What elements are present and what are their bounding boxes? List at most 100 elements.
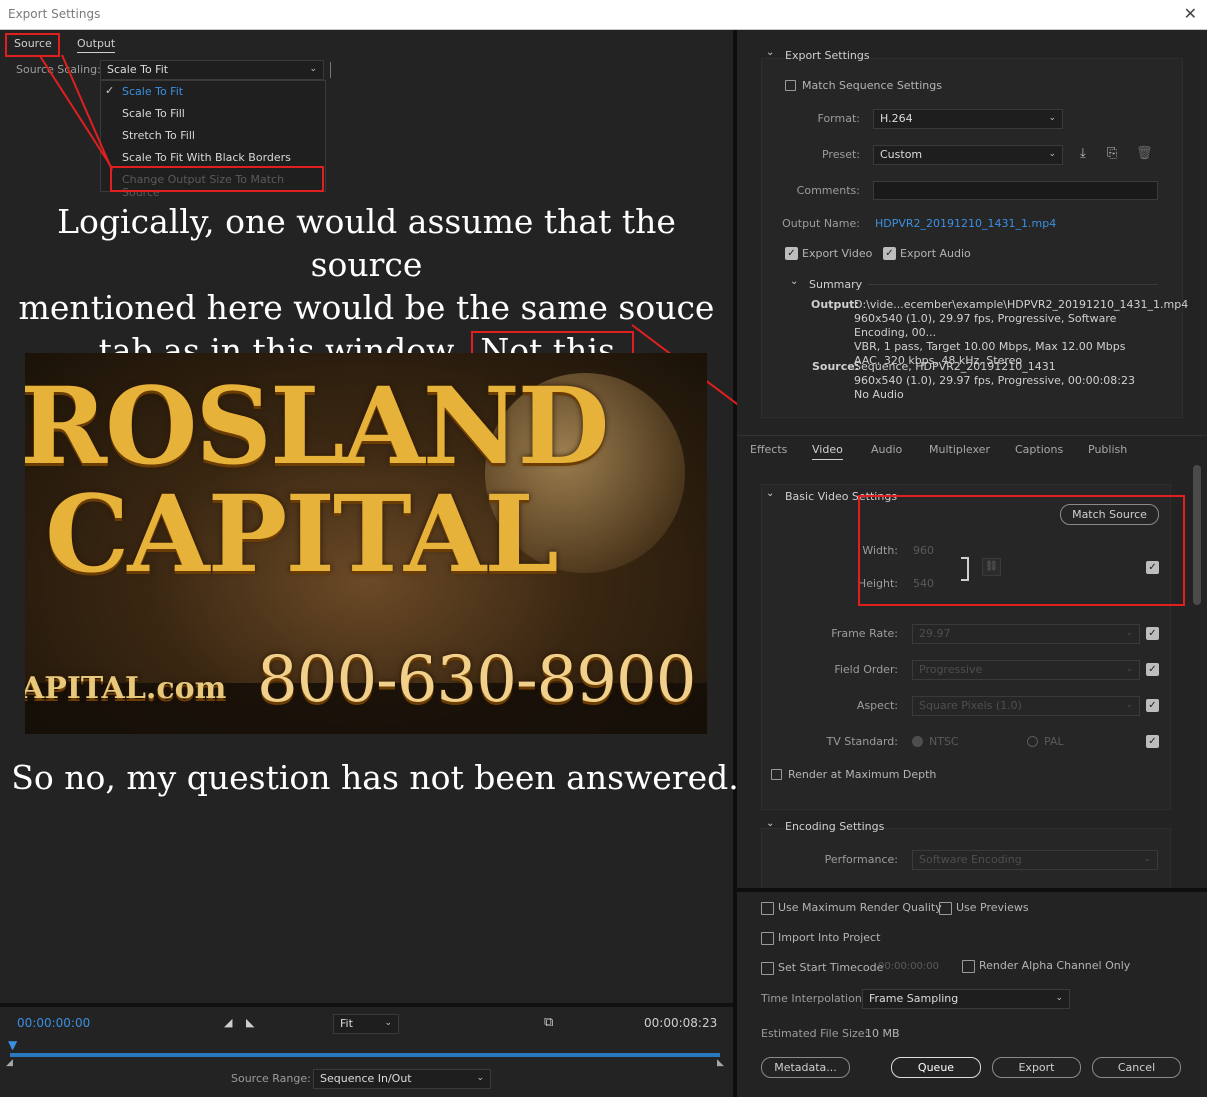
summary-source-line: Sequence, HDPVR2_20191210_1431 xyxy=(854,360,1056,373)
summary-divider xyxy=(868,284,1158,285)
use-previews-checkbox[interactable] xyxy=(939,902,952,915)
frame-rate-value: 29.97 xyxy=(919,627,951,640)
metadata-button[interactable]: Metadata... xyxy=(761,1057,850,1078)
export-button[interactable]: Export xyxy=(992,1057,1081,1078)
ntsc-radio[interactable] xyxy=(912,736,923,747)
chevron-down-icon: ⌄ xyxy=(1048,149,1056,159)
annotation-box-match-source xyxy=(858,495,1185,606)
timeline-separator xyxy=(0,1003,733,1007)
render-max-depth-label: Render at Maximum Depth xyxy=(788,768,937,781)
preset-value: Custom xyxy=(880,148,923,161)
performance-label: Performance: xyxy=(824,853,898,866)
chevron-down-icon: ⌄ xyxy=(1125,628,1133,638)
chevron-down-icon: ⌄ xyxy=(1143,854,1151,864)
performance-value: Software Encoding xyxy=(919,853,1022,866)
preset-label: Preset: xyxy=(821,148,860,161)
ntsc-label: NTSC xyxy=(929,735,959,748)
summary-source-label: Source: xyxy=(812,360,860,373)
file-size-label: Estimated File Size: xyxy=(761,1027,869,1040)
summary-output-line: VBR, 1 pass, Target 10.00 Mbps, Max 12.0… xyxy=(854,340,1126,353)
format-value: H.264 xyxy=(880,112,913,125)
frame-rate-checkbox[interactable]: ✓ xyxy=(1146,627,1159,640)
use-previews-label: Use Previews xyxy=(956,901,1029,914)
summary-collapse-icon[interactable]: ⌄ xyxy=(790,276,798,287)
cancel-button[interactable]: Cancel xyxy=(1092,1057,1181,1078)
chevron-down-icon: ⌄ xyxy=(476,1073,484,1083)
file-size-value: 10 MB xyxy=(865,1027,900,1040)
basic-video-collapse-icon[interactable]: ⌄ xyxy=(766,488,774,499)
chevron-down-icon: ⌄ xyxy=(1125,700,1133,710)
performance-dropdown[interactable]: Software Encoding ⌄ xyxy=(912,850,1158,870)
video-preview: ROSLAND CAPITAL APITAL.com 800-630-8900 xyxy=(25,353,707,734)
current-timecode[interactable]: 00:00:00:00 xyxy=(17,1016,90,1030)
summary-source-values: Sequence, HDPVR2_20191210_1431 960x540 (… xyxy=(854,360,1164,402)
delete-preset-icon[interactable]: 🗑 xyxy=(1136,146,1153,161)
format-dropdown[interactable]: H.264 ⌄ xyxy=(873,109,1063,129)
output-name-link[interactable]: HDPVR2_20191210_1431_1.mp4 xyxy=(875,217,1056,230)
summary-output-line: D:\vide...ecember\example\HDPVR2_2019121… xyxy=(854,298,1189,311)
render-max-depth-checkbox[interactable] xyxy=(771,769,782,780)
annotation-bottom: So no, my question has not been answered… xyxy=(11,758,739,797)
tabs-divider xyxy=(737,435,1207,436)
tab-publish[interactable]: Publish xyxy=(1088,443,1127,456)
field-order-value: Progressive xyxy=(919,663,983,676)
zoom-dropdown[interactable]: Fit ⌄ xyxy=(333,1014,399,1034)
crop-icon[interactable]: ⧉ xyxy=(544,1015,553,1030)
chevron-down-icon: ⌄ xyxy=(1048,113,1056,123)
time-interpolation-value: Frame Sampling xyxy=(869,992,959,1005)
playhead-icon[interactable]: ▼ xyxy=(8,1038,17,1052)
timeline-bar[interactable] xyxy=(10,1053,720,1057)
queue-button[interactable]: Queue xyxy=(891,1057,981,1078)
render-alpha-checkbox[interactable] xyxy=(962,960,975,973)
time-interpolation-label: Time Interpolation: xyxy=(761,992,866,1005)
encoding-header: Encoding Settings xyxy=(785,820,885,833)
field-order-label: Field Order: xyxy=(834,663,898,676)
set-start-timecode-checkbox[interactable] xyxy=(761,962,774,975)
time-interpolation-dropdown[interactable]: Frame Sampling ⌄ xyxy=(862,989,1070,1009)
in-point-icon[interactable]: ◢ xyxy=(6,1058,13,1068)
source-range-label: Source Range: xyxy=(231,1072,311,1085)
frame-rate-label: Frame Rate: xyxy=(831,627,898,640)
preset-dropdown[interactable]: Custom ⌄ xyxy=(873,145,1063,165)
aspect-checkbox[interactable]: ✓ xyxy=(1146,699,1159,712)
import-into-project-label: Import Into Project xyxy=(778,931,881,944)
tab-video[interactable]: Video xyxy=(812,443,843,460)
collapse-icon[interactable]: ⌄ xyxy=(766,47,774,58)
mark-out-icon[interactable]: ◣ xyxy=(246,1016,254,1029)
chevron-down-icon: ⌄ xyxy=(384,1018,392,1028)
zoom-value: Fit xyxy=(340,1017,353,1030)
summary-output-label: Output: xyxy=(811,298,859,311)
settings-scrollbar[interactable] xyxy=(1193,465,1201,605)
tab-multiplexer[interactable]: Multiplexer xyxy=(929,443,990,456)
summary-source-line: No Audio xyxy=(854,388,904,401)
tab-audio[interactable]: Audio xyxy=(871,443,902,456)
export-audio-checkbox[interactable]: ✓ xyxy=(883,247,896,260)
tab-captions[interactable]: Captions xyxy=(1015,443,1063,456)
field-order-checkbox[interactable]: ✓ xyxy=(1146,663,1159,676)
start-timecode-value[interactable]: 00:00:00:00 xyxy=(878,961,939,972)
out-point-icon[interactable]: ◣ xyxy=(717,1058,724,1068)
mark-in-icon[interactable]: ◢ xyxy=(224,1016,232,1029)
export-video-checkbox[interactable]: ✓ xyxy=(785,247,798,260)
preview-text-phone: 800-630-8900 xyxy=(257,643,696,717)
source-range-dropdown[interactable]: Sequence In/Out ⌄ xyxy=(313,1069,491,1089)
import-into-project-checkbox[interactable] xyxy=(761,932,774,945)
format-label: Format: xyxy=(817,112,860,125)
comments-input[interactable] xyxy=(873,181,1158,200)
output-name-label: Output Name: xyxy=(782,217,860,230)
set-start-timecode-label: Set Start Timecode xyxy=(778,961,884,974)
import-preset-icon[interactable]: ⎘ xyxy=(1107,146,1117,161)
frame-rate-dropdown[interactable]: 29.97 ⌄ xyxy=(912,624,1140,644)
encoding-collapse-icon[interactable]: ⌄ xyxy=(766,818,774,829)
match-sequence-checkbox[interactable] xyxy=(785,80,796,91)
export-audio-label: Export Audio xyxy=(900,247,971,260)
summary-source-line: 960x540 (1.0), 29.97 fps, Progressive, 0… xyxy=(854,374,1136,387)
tv-standard-checkbox[interactable]: ✓ xyxy=(1146,735,1159,748)
export-video-label: Export Video xyxy=(802,247,873,260)
aspect-dropdown[interactable]: Square Pixels (1.0) ⌄ xyxy=(912,696,1140,716)
tab-effects[interactable]: Effects xyxy=(750,443,787,456)
pal-radio[interactable] xyxy=(1027,736,1038,747)
save-preset-icon[interactable]: ⤓ xyxy=(1080,146,1086,161)
field-order-dropdown[interactable]: Progressive ⌄ xyxy=(912,660,1140,680)
use-max-render-checkbox[interactable] xyxy=(761,902,774,915)
